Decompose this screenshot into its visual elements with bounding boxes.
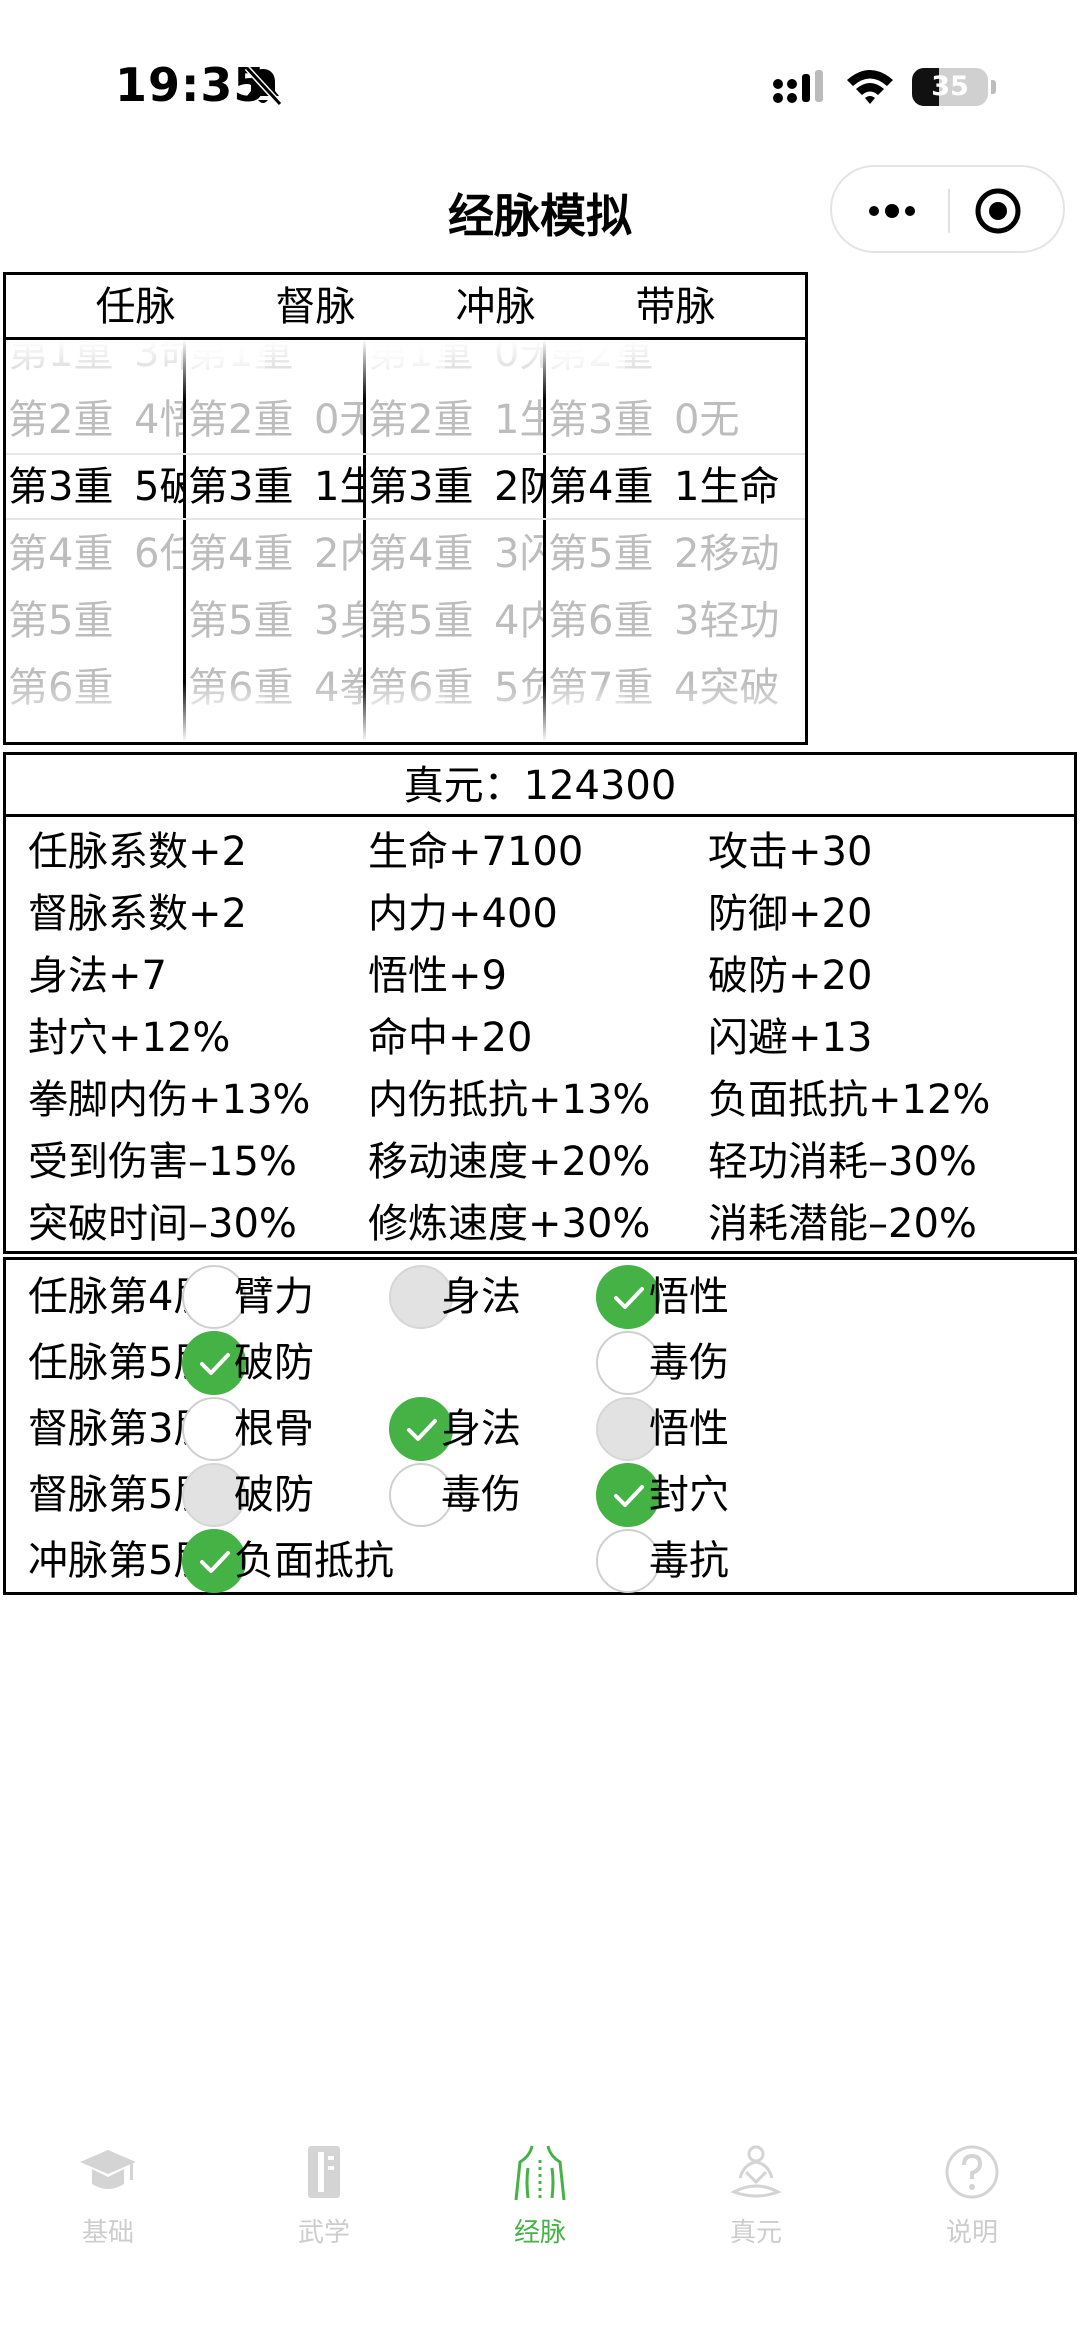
miniprogram-capsule — [830, 165, 1065, 253]
stat-value: 督脉系数+2 — [28, 891, 247, 937]
stat-value: 突破时间–30% — [28, 1201, 297, 1247]
tab-base[interactable]: 基础 — [0, 2120, 216, 2260]
choice-label: 悟性 — [649, 1274, 729, 1320]
picker-option: 2移动 — [674, 531, 780, 577]
picker-row[interactable]: 第6重 3轻功 — [546, 588, 805, 655]
picker-level: 第5重 — [188, 598, 294, 644]
choice-checked[interactable]: 悟性 — [6, 1264, 1080, 1330]
stat-row: 突破时间–30% 修炼速度+30% 消耗潜能–20% — [28, 1193, 1058, 1255]
picker-level: 第5重 — [8, 598, 114, 644]
choice-label: 毒伤 — [649, 1340, 729, 1386]
layer-option-row: 督脉第3层: 根骨 身法 悟性 — [6, 1396, 1074, 1462]
meditation-icon — [730, 2145, 782, 2198]
meridian-body-icon — [514, 2145, 566, 2201]
battery-tip — [991, 80, 996, 94]
picker-level: 第4重 — [368, 531, 474, 577]
graduation-cap-icon — [80, 2150, 136, 2189]
signal-icon — [773, 70, 823, 103]
stat-value: 任脉系数+2 — [28, 829, 247, 875]
picker-header: 带脉 — [546, 275, 805, 340]
picker-option: 1生命 — [674, 464, 780, 510]
picker-level: 第6重 — [548, 598, 654, 644]
choice-checked[interactable]: 封穴 — [6, 1462, 1080, 1528]
stat-value: 攻击+30 — [708, 829, 873, 875]
picker-row-selected[interactable]: 第4重 1生命 — [546, 454, 805, 521]
stat-value: 悟性+9 — [368, 953, 507, 999]
picker-fade-top — [546, 340, 805, 400]
choice-unchecked[interactable]: 毒伤 — [6, 1330, 1080, 1396]
layer-option-row: 督脉第5层: 破防 毒伤 封穴 — [6, 1462, 1074, 1528]
stat-value: 受到伤害–15% — [28, 1139, 297, 1185]
status-bar: 19:35 35 — [0, 0, 1080, 150]
layer-options-panel: 任脉第4层: 臂力 身法 悟性 任脉第5层: 破防 毒伤 督脉第3层: 根骨 身法 悟性 督脉第5层:… — [3, 1257, 1077, 1595]
book-icon — [308, 2146, 340, 2198]
close-target-icon[interactable] — [972, 185, 1024, 237]
stat-value: 移动速度+20% — [368, 1139, 651, 1185]
picker-option: 3轻功 — [674, 598, 780, 644]
layer-option-row: 任脉第4层: 臂力 身法 悟性 — [6, 1264, 1074, 1330]
stat-value: 生命+7100 — [368, 829, 584, 875]
picker-level: 第4重 — [8, 531, 114, 577]
choice-label: 封穴 — [649, 1472, 729, 1518]
battery-indicator: 35 — [912, 68, 988, 106]
choice-label: 悟性 — [649, 1406, 729, 1452]
stat-value: 闪避+13 — [708, 1015, 873, 1061]
picker-daimai[interactable]: 带脉 第1重第2重第3重0无第4重1生命第5重2移动第6重3轻功第7重4突破 — [543, 272, 808, 745]
stat-value: 拳脚内伤+13% — [28, 1077, 311, 1123]
more-icon[interactable] — [862, 191, 922, 231]
choice-unchecked[interactable]: 毒抗 — [6, 1528, 1080, 1594]
tab-wuxue[interactable]: 武学 — [216, 2120, 432, 2260]
wifi-icon — [847, 70, 893, 104]
picker-level: 第3重 — [188, 464, 294, 510]
zhenyuan-total: 真元：124300 — [6, 755, 1074, 817]
picker-wheel[interactable]: 第1重第2重第3重0无第4重1生命第5重2移动第6重3轻功第7重4突破 — [546, 340, 805, 742]
picker-level: 第3重 — [368, 464, 474, 510]
battery-percent: 35 — [931, 71, 969, 102]
stat-value: 封穴+12% — [28, 1015, 231, 1061]
picker-level: 第5重 — [548, 531, 654, 577]
tab-bar: 基础 武学 经脉 真元 说明 — [0, 2120, 1080, 2260]
picker-row[interactable]: 第5重 2移动 — [546, 521, 805, 588]
stat-value: 破防+20 — [708, 953, 873, 999]
stat-value: 修炼速度+30% — [368, 1201, 651, 1247]
layer-option-row: 任脉第5层: 破防 毒伤 — [6, 1330, 1074, 1396]
tab-jingmai[interactable]: 经脉 — [432, 2120, 648, 2260]
stat-value: 身法+7 — [28, 953, 167, 999]
stat-row: 任脉系数+2 生命+7100 攻击+30 — [28, 821, 1058, 883]
stat-value: 轻功消耗–30% — [708, 1139, 977, 1185]
stat-value: 消耗潜能–20% — [708, 1201, 977, 1247]
question-icon — [945, 2145, 999, 2199]
layer-option-row: 冲脉第5层: 负面抵抗 毒抗 — [6, 1528, 1074, 1594]
tab-label: 说明 — [945, 2218, 998, 2248]
tab-label: 武学 — [297, 2218, 350, 2248]
meridian-pickers: 任脉 2攻击第1重3命中第2重4悟性第3重5破防第4重6任脉第5重第6重 督脉 … — [3, 272, 1077, 745]
stat-value: 内伤抵抗+13% — [368, 1077, 651, 1123]
stat-row: 督脉系数+2 内力+400 防御+20 — [28, 883, 1058, 945]
picker-level: 第3重 — [8, 464, 114, 510]
stats-grid: 任脉系数+2 生命+7100 攻击+30 督脉系数+2 内力+400 防御+20 身法+7 悟… — [28, 821, 1058, 1255]
capsule-divider — [948, 189, 950, 233]
picker-level: 第5重 — [368, 598, 474, 644]
picker-level: 第4重 — [548, 464, 654, 510]
bell-muted-icon — [244, 65, 283, 107]
tab-label: 基础 — [81, 2218, 134, 2248]
stat-row: 封穴+12% 命中+20 闪避+13 — [28, 1007, 1058, 1069]
stat-value: 防御+20 — [708, 891, 873, 937]
stat-value: 内力+400 — [368, 891, 558, 937]
stat-row: 身法+7 悟性+9 破防+20 — [28, 945, 1058, 1007]
stat-row: 拳脚内伤+13% 内伤抵抗+13% 负面抵抗+12% — [28, 1069, 1058, 1131]
tab-label: 真元 — [729, 2218, 782, 2248]
tab-zhenyuan[interactable]: 真元 — [648, 2120, 864, 2260]
picker-fade-bottom — [546, 682, 805, 742]
stat-value: 命中+20 — [368, 1015, 533, 1061]
tab-label: 经脉 — [513, 2218, 566, 2248]
picker-level: 第4重 — [188, 531, 294, 577]
choice-label: 毒抗 — [649, 1538, 729, 1584]
choice-disabled[interactable]: 悟性 — [6, 1396, 1080, 1462]
stats-panel: 真元：124300 任脉系数+2 生命+7100 攻击+30 督脉系数+2 内力+400… — [3, 752, 1077, 1254]
stat-row: 受到伤害–15% 移动速度+20% 轻功消耗–30% — [28, 1131, 1058, 1193]
stat-value: 负面抵抗+12% — [708, 1077, 991, 1123]
tab-help[interactable]: 说明 — [864, 2120, 1080, 2260]
